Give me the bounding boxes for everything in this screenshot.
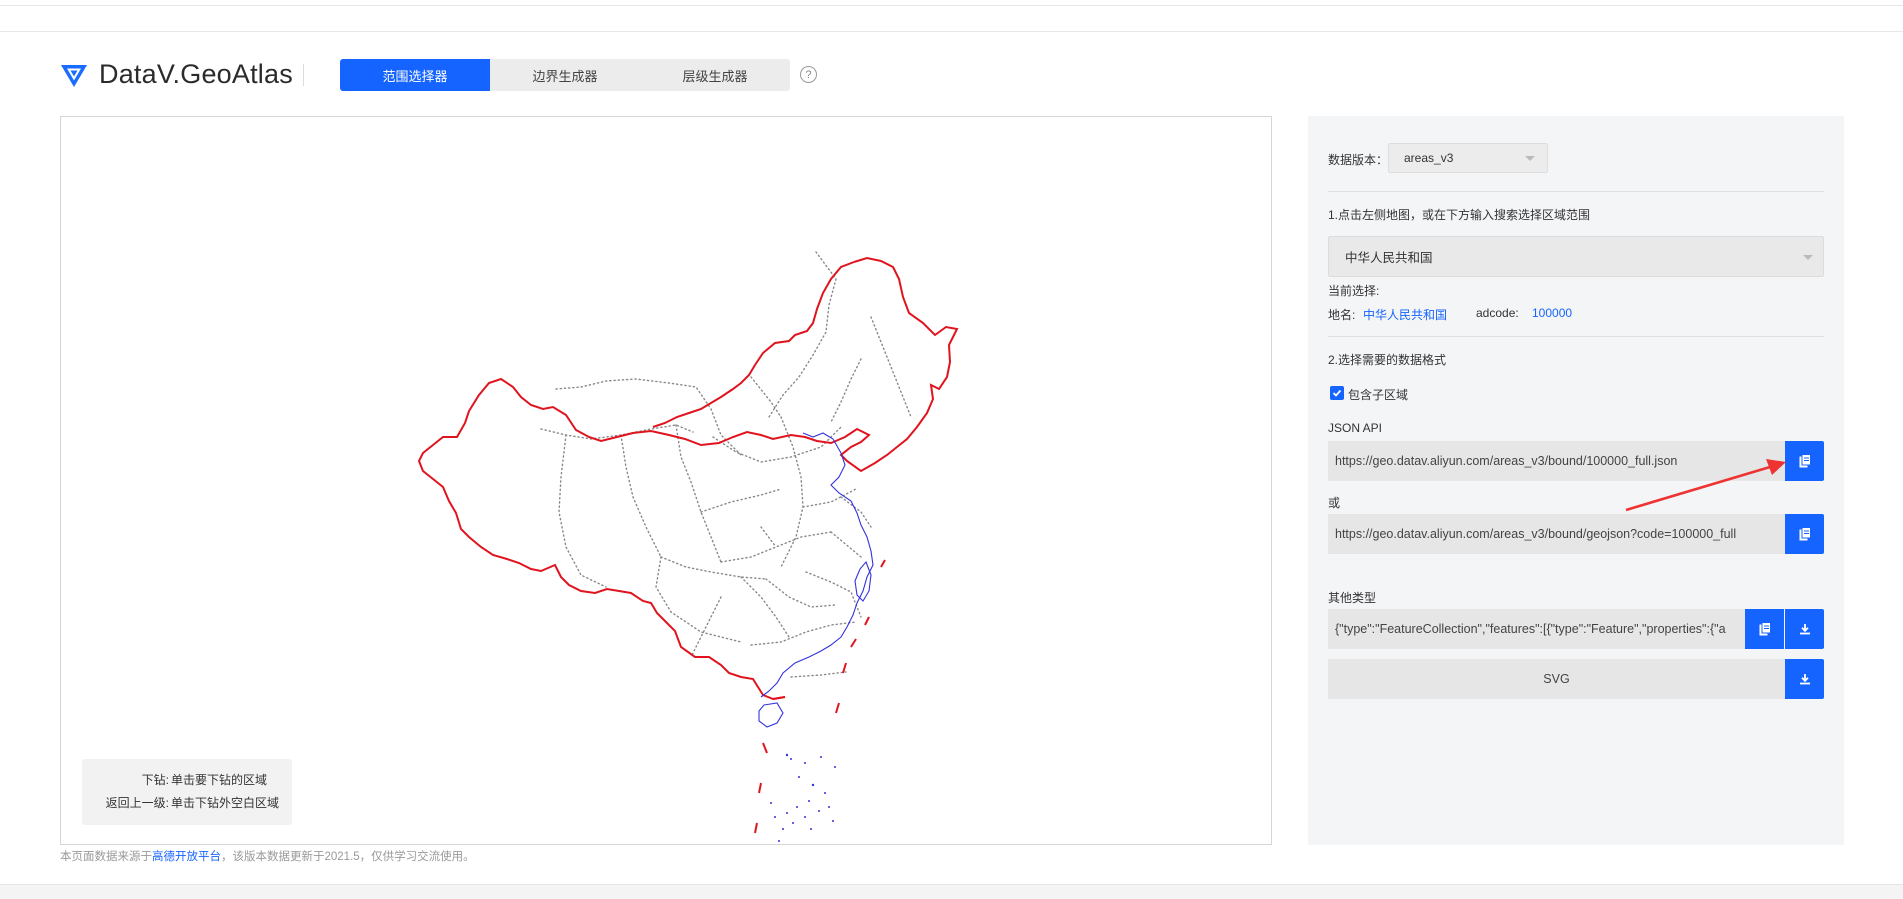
tool-tabs: 范围选择器 边界生成器 层级生成器: [340, 59, 790, 91]
tab-range-selector[interactable]: 范围选择器: [340, 59, 490, 91]
logo[interactable]: DataV.GeoAtlas: [58, 56, 293, 92]
place-name-label: 地名:: [1328, 308, 1356, 322]
adcode-value[interactable]: 100000: [1532, 306, 1572, 320]
include-children-label[interactable]: 包含子区域: [1348, 386, 1408, 403]
geojson-url-field[interactable]: https://geo.datav.aliyun.com/areas_v3/bo…: [1328, 514, 1785, 554]
current-selection-label: 当前选择:: [1328, 284, 1380, 298]
hint-drilldown: 下钻: 单击要下钻的区域: [141, 773, 268, 787]
data-source-note: 本页面数据来源于高德开放平台，该版本数据更新于2021.5，仅供学习交流使用。: [60, 851, 475, 863]
hint-go-back: 返回上一级: 单击下钻外空白区域: [105, 796, 280, 810]
json-api-label: JSON API: [1328, 421, 1383, 435]
tab-boundary-generator[interactable]: 边界生成器: [490, 59, 640, 91]
help-icon[interactable]: ?: [800, 66, 817, 83]
check-icon: [1332, 389, 1342, 397]
china-map[interactable]: [61, 117, 1271, 844]
province-boundaries: [540, 251, 912, 678]
tab-level-generator[interactable]: 层级生成器: [640, 59, 790, 91]
annotation-arrow: [1625, 459, 1786, 512]
top-strip: [0, 0, 1903, 6]
copy-geojson-button[interactable]: [1785, 514, 1824, 554]
south-sea-islands: [770, 753, 836, 842]
divider: [1328, 191, 1824, 192]
or-label: 或: [1328, 496, 1341, 510]
top-divider: [0, 31, 1903, 32]
south-sea-dashes: [754, 559, 886, 834]
chevron-down-icon: [1525, 156, 1535, 161]
taiwan-island: [854, 560, 872, 602]
download-geojson-button[interactable]: [1785, 609, 1824, 649]
amap-open-platform-link[interactable]: 高德开放平台: [152, 851, 221, 863]
chevron-down-icon: [1803, 255, 1813, 260]
adcode-label: adcode:: [1476, 306, 1519, 320]
place-name-value[interactable]: 中华人民共和国: [1363, 306, 1447, 323]
data-version-label: 数据版本：: [1328, 153, 1389, 167]
region-search-select[interactable]: 中华人民共和国: [1328, 236, 1824, 277]
step1-instruction: 1.点击左侧地图，或在下方输入搜索选择区域范围: [1328, 208, 1591, 222]
data-version-select[interactable]: areas_v3: [1388, 143, 1548, 173]
map-hint-box: 下钻: 单击要下钻的区域 返回上一级: 单击下钻外空白区域: [82, 759, 292, 825]
other-types-label: 其他类型: [1328, 591, 1377, 605]
copy-json-api-button[interactable]: [1785, 441, 1824, 481]
hainan-island: [758, 702, 784, 728]
copy-icon: [1799, 454, 1811, 468]
download-icon: [1799, 624, 1810, 635]
download-svg-button[interactable]: [1785, 659, 1824, 699]
bottom-strip: [0, 884, 1903, 899]
copy-icon: [1799, 527, 1811, 541]
copy-geojson-content-button[interactable]: [1745, 609, 1784, 649]
divider: [1328, 336, 1824, 337]
geojson-content-field[interactable]: {"type":"FeatureCollection","features":[…: [1328, 609, 1745, 649]
map-panel[interactable]: 下钻: 单击要下钻的区域 返回上一级: 单击下钻外空白区域: [60, 116, 1272, 845]
header-separator: [303, 64, 304, 86]
step2-instruction: 2.选择需要的数据格式: [1328, 353, 1447, 367]
national-border-ne: [652, 261, 855, 700]
download-icon: [1799, 674, 1810, 685]
include-children-checkbox[interactable]: [1330, 386, 1344, 400]
copy-icon: [1759, 622, 1771, 636]
datav-logo-icon: [61, 65, 87, 87]
logo-text: DataV.GeoAtlas: [99, 58, 293, 89]
svg-format-button[interactable]: SVG: [1328, 659, 1785, 699]
coastline: [760, 432, 874, 698]
